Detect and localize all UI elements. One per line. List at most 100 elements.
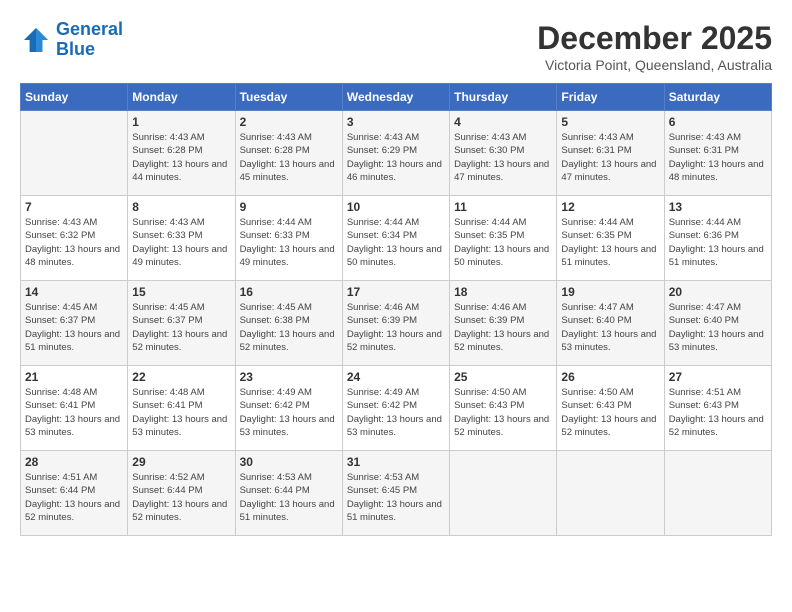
day-info: Sunrise: 4:46 AMSunset: 6:39 PMDaylight:… [347, 301, 445, 354]
day-cell: 14 Sunrise: 4:45 AMSunset: 6:37 PMDayligh… [21, 281, 128, 366]
day-info: Sunrise: 4:43 AMSunset: 6:28 PMDaylight:… [240, 131, 338, 184]
day-info: Sunrise: 4:47 AMSunset: 6:40 PMDaylight:… [669, 301, 767, 354]
header-day-thursday: Thursday [450, 84, 557, 111]
calendar-table: SundayMondayTuesdayWednesdayThursdayFrid… [20, 83, 772, 536]
day-cell: 7Sunrise: 4:43 AMSunset: 6:32 PMDaylight… [21, 196, 128, 281]
day-number: 6 [669, 115, 767, 129]
week-row-1: 1 Sunrise: 4:43 AMSunset: 6:28 PMDaylight… [21, 111, 772, 196]
day-info: Sunrise: 4:46 AMSunset: 6:39 PMDaylight:… [454, 301, 552, 354]
day-number: 4 [454, 115, 552, 129]
day-cell: 5 Sunrise: 4:43 AMSunset: 6:31 PMDaylight… [557, 111, 664, 196]
day-number: 9 [240, 200, 338, 214]
header-day-monday: Monday [128, 84, 235, 111]
day-number: 20 [669, 285, 767, 299]
day-cell: 29 Sunrise: 4:52 AMSunset: 6:44 PMDayligh… [128, 451, 235, 536]
day-info: Sunrise: 4:50 AMSunset: 6:43 PMDaylight:… [454, 386, 552, 439]
day-cell: 26 Sunrise: 4:50 AMSunset: 6:43 PMDayligh… [557, 366, 664, 451]
day-cell: 27Sunrise: 4:51 AMSunset: 6:43 PMDayligh… [664, 366, 771, 451]
day-number: 16 [240, 285, 338, 299]
day-cell: 1 Sunrise: 4:43 AMSunset: 6:28 PMDaylight… [128, 111, 235, 196]
day-info: Sunrise: 4:51 AMSunset: 6:43 PMDaylight:… [669, 386, 767, 439]
header-day-wednesday: Wednesday [342, 84, 449, 111]
logo-icon [20, 24, 52, 56]
day-number: 19 [561, 285, 659, 299]
logo-line1: General [56, 19, 123, 39]
day-cell: 12Sunrise: 4:44 AMSunset: 6:35 PMDayligh… [557, 196, 664, 281]
day-number: 28 [25, 455, 123, 469]
day-number: 13 [669, 200, 767, 214]
day-number: 3 [347, 115, 445, 129]
day-number: 10 [347, 200, 445, 214]
day-cell: 20 Sunrise: 4:47 AMSunset: 6:40 PMDayligh… [664, 281, 771, 366]
day-info: Sunrise: 4:51 AMSunset: 6:44 PMDaylight:… [25, 471, 123, 524]
day-cell: 11 Sunrise: 4:44 AMSunset: 6:35 PMDayligh… [450, 196, 557, 281]
header-day-friday: Friday [557, 84, 664, 111]
day-cell: 2 Sunrise: 4:43 AMSunset: 6:28 PMDaylight… [235, 111, 342, 196]
day-info: Sunrise: 4:45 AMSunset: 6:37 PMDaylight:… [25, 301, 123, 354]
day-info: Sunrise: 4:43 AMSunset: 6:29 PMDaylight:… [347, 131, 445, 184]
day-number: 2 [240, 115, 338, 129]
day-number: 29 [132, 455, 230, 469]
day-cell: 16 Sunrise: 4:45 AMSunset: 6:38 PMDayligh… [235, 281, 342, 366]
day-cell: 31 Sunrise: 4:53 AMSunset: 6:45 PMDayligh… [342, 451, 449, 536]
day-cell: 9 Sunrise: 4:44 AMSunset: 6:33 PMDaylight… [235, 196, 342, 281]
day-cell: 21 Sunrise: 4:48 AMSunset: 6:41 PMDayligh… [21, 366, 128, 451]
day-cell [664, 451, 771, 536]
day-info: Sunrise: 4:43 AMSunset: 6:31 PMDaylight:… [669, 131, 767, 184]
week-row-2: 7Sunrise: 4:43 AMSunset: 6:32 PMDaylight… [21, 196, 772, 281]
day-cell: 4 Sunrise: 4:43 AMSunset: 6:30 PMDaylight… [450, 111, 557, 196]
day-cell: 19 Sunrise: 4:47 AMSunset: 6:40 PMDayligh… [557, 281, 664, 366]
day-cell: 30 Sunrise: 4:53 AMSunset: 6:44 PMDayligh… [235, 451, 342, 536]
day-cell: 24 Sunrise: 4:49 AMSunset: 6:42 PMDayligh… [342, 366, 449, 451]
day-number: 24 [347, 370, 445, 384]
day-info: Sunrise: 4:45 AMSunset: 6:37 PMDaylight:… [132, 301, 230, 354]
day-info: Sunrise: 4:53 AMSunset: 6:45 PMDaylight:… [347, 471, 445, 524]
day-info: Sunrise: 4:43 AMSunset: 6:28 PMDaylight:… [132, 131, 230, 184]
day-info: Sunrise: 4:44 AMSunset: 6:36 PMDaylight:… [669, 216, 767, 269]
day-cell: 3 Sunrise: 4:43 AMSunset: 6:29 PMDaylight… [342, 111, 449, 196]
day-number: 11 [454, 200, 552, 214]
day-info: Sunrise: 4:43 AMSunset: 6:30 PMDaylight:… [454, 131, 552, 184]
day-cell: 28 Sunrise: 4:51 AMSunset: 6:44 PMDayligh… [21, 451, 128, 536]
day-cell: 6 Sunrise: 4:43 AMSunset: 6:31 PMDaylight… [664, 111, 771, 196]
logo: General Blue [20, 20, 123, 60]
day-number: 22 [132, 370, 230, 384]
day-info: Sunrise: 4:49 AMSunset: 6:42 PMDaylight:… [240, 386, 338, 439]
page-header: General Blue December 2025 Victoria Poin… [20, 20, 772, 73]
day-number: 21 [25, 370, 123, 384]
day-cell: 17Sunrise: 4:46 AMSunset: 6:39 PMDayligh… [342, 281, 449, 366]
day-cell: 23 Sunrise: 4:49 AMSunset: 6:42 PMDayligh… [235, 366, 342, 451]
month-title: December 2025 [537, 20, 772, 57]
week-row-5: 28 Sunrise: 4:51 AMSunset: 6:44 PMDayligh… [21, 451, 772, 536]
day-cell: 18 Sunrise: 4:46 AMSunset: 6:39 PMDayligh… [450, 281, 557, 366]
day-info: Sunrise: 4:49 AMSunset: 6:42 PMDaylight:… [347, 386, 445, 439]
day-number: 25 [454, 370, 552, 384]
day-number: 18 [454, 285, 552, 299]
day-cell: 8Sunrise: 4:43 AMSunset: 6:33 PMDaylight… [128, 196, 235, 281]
day-info: Sunrise: 4:47 AMSunset: 6:40 PMDaylight:… [561, 301, 659, 354]
day-info: Sunrise: 4:53 AMSunset: 6:44 PMDaylight:… [240, 471, 338, 524]
day-info: Sunrise: 4:48 AMSunset: 6:41 PMDaylight:… [25, 386, 123, 439]
week-row-4: 21 Sunrise: 4:48 AMSunset: 6:41 PMDayligh… [21, 366, 772, 451]
day-cell: 22Sunrise: 4:48 AMSunset: 6:41 PMDayligh… [128, 366, 235, 451]
day-number: 14 [25, 285, 123, 299]
day-number: 31 [347, 455, 445, 469]
day-info: Sunrise: 4:44 AMSunset: 6:35 PMDaylight:… [454, 216, 552, 269]
header-day-tuesday: Tuesday [235, 84, 342, 111]
title-block: December 2025 Victoria Point, Queensland… [537, 20, 772, 73]
day-number: 26 [561, 370, 659, 384]
day-info: Sunrise: 4:45 AMSunset: 6:38 PMDaylight:… [240, 301, 338, 354]
day-number: 5 [561, 115, 659, 129]
day-info: Sunrise: 4:44 AMSunset: 6:33 PMDaylight:… [240, 216, 338, 269]
week-row-3: 14 Sunrise: 4:45 AMSunset: 6:37 PMDayligh… [21, 281, 772, 366]
day-info: Sunrise: 4:44 AMSunset: 6:35 PMDaylight:… [561, 216, 659, 269]
day-info: Sunrise: 4:43 AMSunset: 6:31 PMDaylight:… [561, 131, 659, 184]
day-number: 1 [132, 115, 230, 129]
day-number: 23 [240, 370, 338, 384]
day-number: 30 [240, 455, 338, 469]
day-info: Sunrise: 4:44 AMSunset: 6:34 PMDaylight:… [347, 216, 445, 269]
day-cell: 10 Sunrise: 4:44 AMSunset: 6:34 PMDayligh… [342, 196, 449, 281]
day-info: Sunrise: 4:52 AMSunset: 6:44 PMDaylight:… [132, 471, 230, 524]
day-info: Sunrise: 4:50 AMSunset: 6:43 PMDaylight:… [561, 386, 659, 439]
location-subtitle: Victoria Point, Queensland, Australia [537, 57, 772, 73]
